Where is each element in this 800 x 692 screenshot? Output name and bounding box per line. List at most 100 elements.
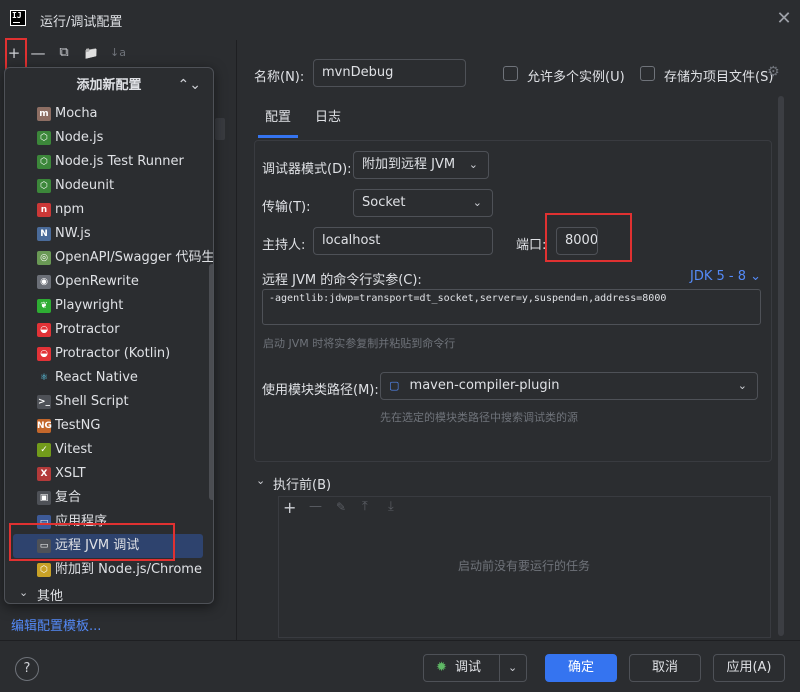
list-item-label: TestNG	[55, 418, 101, 433]
openrewrite-icon: ◉	[37, 275, 51, 289]
module-value: maven-compiler-plugin	[409, 378, 560, 393]
list-item-label: Protractor	[55, 322, 120, 337]
cmdline-textarea[interactable]: -agentlib:jdwp=transport=dt_socket,serve…	[262, 289, 761, 325]
nwjs-icon: N	[37, 227, 51, 241]
module-label: 使用模块类路径(M):	[262, 383, 379, 398]
cancel-button[interactable]: 取消	[629, 654, 701, 682]
list-item[interactable]: N NW.js	[13, 222, 203, 246]
nodejs-icon: ⬡	[37, 131, 51, 145]
list-item[interactable]: ⬡ Nodeunit	[13, 174, 203, 198]
list-item[interactable]: ❦ Playwright	[13, 294, 203, 318]
add-task-icon[interactable]: +	[283, 498, 296, 517]
list-item[interactable]: ⬡ 附加到 Node.js/Chrome	[13, 558, 203, 582]
module-hint: 先在选定的模块类路径中搜索调试类的源	[380, 411, 578, 424]
module-select[interactable]: ▢ maven-compiler-plugin ⌄	[380, 372, 758, 400]
before-launch-label[interactable]: 执行前(B)	[273, 474, 331, 493]
shell-icon: >_	[37, 395, 51, 409]
list-item[interactable]: >_ Shell Script	[13, 390, 203, 414]
tab-logs[interactable]: 日志	[310, 108, 346, 138]
list-item-label: NW.js	[55, 226, 91, 241]
store-as-project-label: 存储为项目文件(S)	[664, 70, 774, 85]
debugger-mode-value: 附加到远程 JVM	[362, 157, 456, 172]
store-as-project-checkbox[interactable]	[640, 66, 655, 81]
help-button[interactable]: ?	[15, 657, 39, 681]
list-item-label: Shell Script	[55, 394, 129, 409]
close-icon[interactable]: ✕	[774, 9, 794, 29]
list-item[interactable]: ⬡ Node.js	[13, 126, 203, 150]
list-item[interactable]: X XSLT	[13, 462, 203, 486]
list-item[interactable]: ▣ 复合	[13, 486, 203, 510]
bug-icon: ✹	[436, 660, 447, 675]
chevron-down-icon: ⌄	[737, 379, 747, 392]
list-item[interactable]: ◎ OpenAPI/Swagger 代码生成	[13, 246, 213, 270]
move-up-icon: ⤒	[362, 499, 368, 514]
list-item[interactable]: ⬡ Node.js Test Runner	[13, 150, 203, 174]
react-icon: ⚛	[37, 371, 51, 385]
list-item[interactable]: ◉ OpenRewrite	[13, 270, 203, 294]
tab-config[interactable]: 配置	[258, 108, 298, 138]
edit-templates-link[interactable]: 编辑配置模板...	[11, 615, 101, 634]
protractor-kotlin-icon: ◒	[37, 347, 51, 361]
vitest-icon: ✓	[37, 443, 51, 457]
editor-scrollbar[interactable]	[778, 96, 784, 636]
host-field[interactable]: localhost	[313, 227, 493, 255]
chevron-down-icon: ⌄	[468, 158, 478, 171]
transport-label: 传输(T):	[262, 200, 311, 215]
other-group-label[interactable]: 其他	[37, 585, 63, 603]
openapi-icon: ◎	[37, 251, 51, 265]
move-down-icon: ⤓	[388, 499, 394, 514]
copy-config-icon[interactable]: ⧉	[53, 42, 75, 64]
list-item[interactable]: ◒ Protractor	[13, 318, 203, 342]
list-item[interactable]: n npm	[13, 198, 203, 222]
testng-icon: NG	[37, 419, 52, 433]
window-title: 运行/调试配置	[40, 15, 123, 30]
transport-value: Socket	[362, 195, 406, 210]
list-item[interactable]: ✓ Vitest	[13, 438, 203, 462]
list-item-label: Playwright	[55, 298, 124, 313]
module-folder-icon: ▢	[389, 379, 400, 392]
debugger-mode-select[interactable]: 附加到远程 JVM ⌄	[353, 151, 489, 179]
list-item[interactable]: m Mocha	[13, 102, 203, 126]
allow-multiple-checkbox[interactable]	[503, 66, 518, 81]
chevron-down-icon[interactable]: ⌄	[19, 586, 28, 599]
gear-icon[interactable]: ⚙	[767, 64, 780, 80]
popup-scrollbar[interactable]	[209, 264, 213, 500]
debug-label: 调试	[455, 660, 482, 675]
protractor-icon: ◒	[37, 323, 51, 337]
transport-select[interactable]: Socket ⌄	[353, 189, 493, 217]
sort-icon[interactable]: ↓a	[107, 42, 129, 64]
debug-split	[499, 654, 500, 682]
nodeunit-icon: ⬡	[37, 179, 51, 193]
debugger-mode-label: 调试器模式(D):	[262, 162, 352, 177]
list-item[interactable]: NG TestNG	[13, 414, 203, 438]
debug-button[interactable]: ✹ 调试 ⌄	[423, 654, 527, 682]
chevron-down-icon[interactable]: ⌄	[256, 474, 265, 487]
ok-button[interactable]: 确定	[545, 654, 617, 682]
npm-icon: n	[37, 203, 51, 217]
xslt-icon: X	[37, 467, 51, 481]
jdk-version-link[interactable]: JDK 5 - 8 ⌄	[690, 269, 761, 284]
chevron-down-icon[interactable]: ⌄	[508, 655, 517, 681]
list-item-label: Vitest	[55, 442, 93, 457]
name-field[interactable]: mvnDebug	[313, 59, 466, 87]
remove-config-button[interactable]: —	[27, 42, 49, 64]
tree-scroll-thumb[interactable]	[215, 118, 225, 140]
before-launch-empty-text: 启动前没有要运行的任务	[458, 559, 591, 573]
compound-icon: ▣	[37, 491, 51, 505]
list-item-label: OpenAPI/Swagger 代码生成	[55, 250, 214, 265]
port-label: 端口:	[516, 238, 547, 253]
apply-button[interactable]: 应用(A)	[713, 654, 785, 682]
list-item-label: 复合	[55, 490, 82, 505]
list-item-label: React Native	[55, 370, 138, 385]
collapse-icon[interactable]: ⌃⌄	[178, 77, 201, 93]
list-item[interactable]: ⚛ React Native	[13, 366, 203, 390]
highlight-add-box	[5, 38, 27, 70]
folder-icon[interactable]: 📁	[80, 42, 102, 64]
mocha-icon: m	[37, 107, 51, 121]
nodejs-test-icon: ⬡	[37, 155, 51, 169]
list-item-label: Nodeunit	[55, 178, 115, 193]
edit-task-icon: ✎	[336, 500, 347, 514]
intellij-logo-icon: IJ	[10, 10, 26, 26]
list-item-label: OpenRewrite	[55, 274, 139, 289]
list-item[interactable]: ◒ Protractor (Kotlin)	[13, 342, 203, 366]
